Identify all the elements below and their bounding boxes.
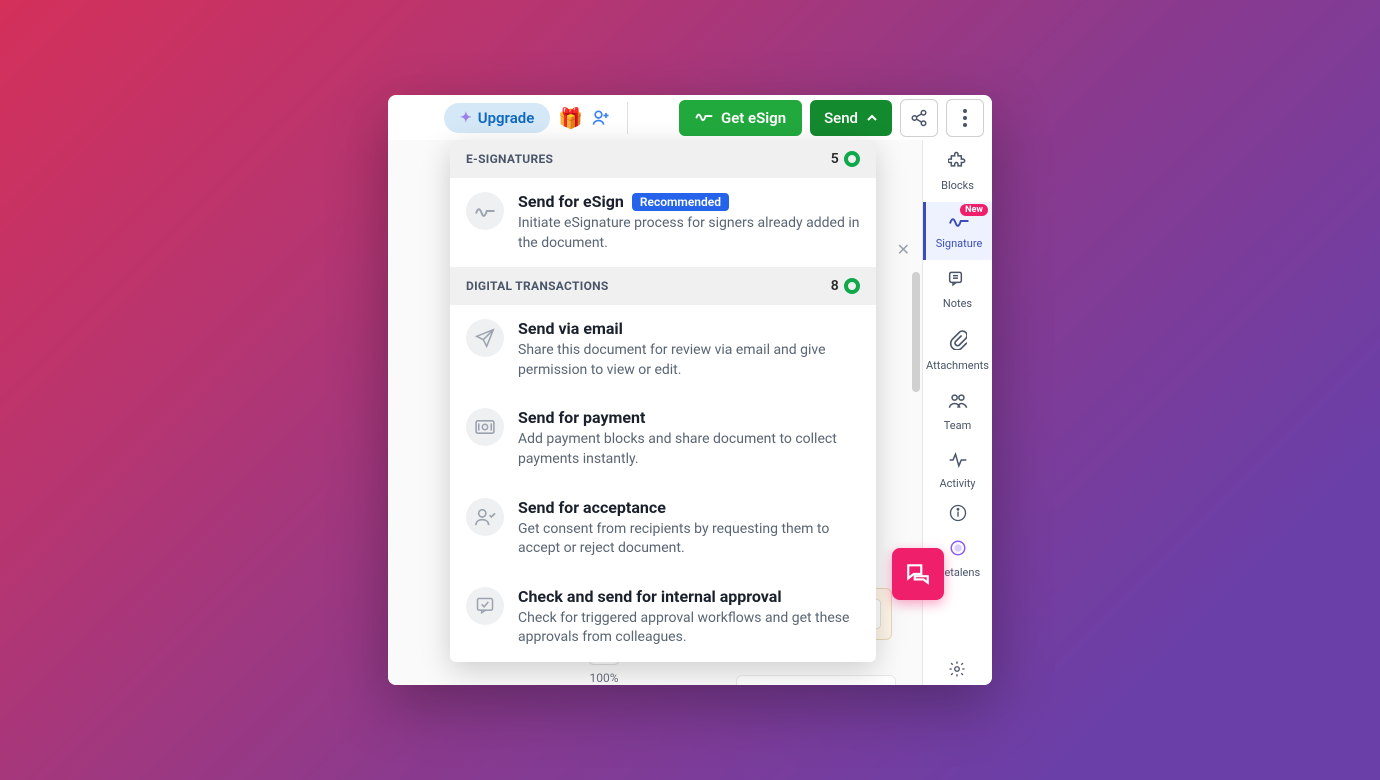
sidebar-item-team[interactable]: Team — [923, 382, 992, 442]
add-user-icon[interactable] — [591, 108, 611, 128]
section-header-esignatures: E-SIGNATURES 5 — [450, 140, 876, 178]
sidebar-item-signature[interactable]: New Signature — [923, 202, 992, 260]
menu-item-title: Check and send for internal approval — [518, 587, 860, 606]
close-icon[interactable]: ✕ — [897, 240, 910, 259]
recommended-badge: Recommended — [632, 193, 729, 211]
upgrade-label: Upgrade — [478, 109, 535, 127]
ring-icon — [844, 151, 860, 167]
section-title: DIGITAL TRANSACTIONS — [466, 279, 609, 293]
team-icon — [947, 392, 969, 415]
settings-icon[interactable] — [948, 660, 966, 683]
menu-item-send-via-email[interactable]: Send via email Share this document for r… — [450, 305, 876, 394]
chat-fab[interactable] — [892, 548, 944, 600]
count: 8 — [831, 278, 839, 294]
menu-item-send-for-esign[interactable]: Send for eSign Recommended Initiate eSig… — [450, 178, 876, 267]
sidebar-item-info[interactable] — [923, 500, 992, 537]
signature-icon — [466, 192, 504, 230]
sidebar-label: Team — [944, 419, 972, 432]
scrollbar-thumb[interactable] — [912, 272, 920, 392]
new-badge: New — [960, 204, 988, 216]
sparkle-icon: ✦ — [460, 110, 472, 126]
menu-item-title: Send for acceptance — [518, 498, 860, 517]
activity-icon — [948, 452, 968, 473]
right-sidebar: Blocks New Signature Notes Attachments — [922, 140, 992, 685]
sidebar-item-attachments[interactable]: Attachments — [923, 320, 992, 382]
section-header-digital-transactions: DIGITAL TRANSACTIONS 8 — [450, 267, 876, 305]
send-dropdown: E-SIGNATURES 5 Send for eSign Recommende… — [450, 140, 876, 662]
chevron-up-icon — [866, 111, 878, 125]
menu-item-desc: Get consent from recipients by requestin… — [518, 520, 860, 559]
bottom-card — [736, 675, 896, 685]
get-esign-button[interactable]: Get eSign — [679, 100, 802, 136]
sidebar-label: Activity — [939, 477, 975, 490]
sidebar-label: Blocks — [941, 179, 974, 192]
signature-icon — [695, 109, 713, 127]
menu-item-desc: Check for triggered approval workflows a… — [518, 609, 860, 648]
menu-item-title: Send for eSign Recommended — [518, 192, 860, 211]
send-button[interactable]: Send — [810, 100, 892, 136]
paperclip-icon — [949, 330, 967, 355]
share-button[interactable] — [900, 99, 938, 137]
more-button[interactable] — [946, 99, 984, 137]
menu-item-desc: Add payment blocks and share document to… — [518, 430, 860, 469]
menu-item-internal-approval[interactable]: Check and send for internal approval Che… — [450, 573, 876, 662]
count-badge: 5 — [831, 151, 860, 167]
upgrade-button[interactable]: ✦ Upgrade — [444, 103, 550, 133]
zoom-level: 100% — [589, 671, 618, 685]
count-badge: 8 — [831, 278, 860, 294]
sidebar-item-notes[interactable]: Notes — [923, 260, 992, 320]
puzzle-icon — [948, 150, 968, 175]
gift-icon[interactable]: 🎁 — [558, 106, 583, 130]
sidebar-label: Attachments — [926, 359, 989, 372]
sidebar-item-blocks[interactable]: Blocks — [923, 140, 992, 202]
send-label: Send — [824, 109, 858, 127]
user-check-icon — [466, 498, 504, 536]
sidebar-label: Notes — [943, 297, 972, 310]
menu-item-desc: Initiate eSignature process for signers … — [518, 214, 860, 253]
toolbar: ✦ Upgrade 🎁 Get eSign Send — [388, 95, 992, 140]
section-title: E-SIGNATURES — [466, 152, 553, 166]
info-icon — [949, 504, 967, 527]
ring-icon — [844, 278, 860, 294]
payment-icon — [466, 408, 504, 446]
get-esign-label: Get eSign — [721, 109, 786, 127]
count: 5 — [831, 151, 839, 167]
metalens-icon — [949, 539, 967, 562]
notes-icon — [948, 270, 968, 293]
divider — [627, 102, 628, 134]
menu-item-send-for-acceptance[interactable]: Send for acceptance Get consent from rec… — [450, 484, 876, 573]
menu-item-title: Send via email — [518, 319, 860, 338]
menu-item-send-for-payment[interactable]: Send for payment Add payment blocks and … — [450, 394, 876, 483]
approval-icon — [466, 587, 504, 625]
app-window: ✦ Upgrade 🎁 Get eSign Send ✕ — [388, 95, 992, 685]
paper-plane-icon — [466, 319, 504, 357]
sidebar-label: Signature — [936, 237, 983, 250]
menu-item-title: Send for payment — [518, 408, 860, 427]
sidebar-item-activity[interactable]: Activity — [923, 442, 992, 500]
menu-item-desc: Share this document for review via email… — [518, 341, 860, 380]
